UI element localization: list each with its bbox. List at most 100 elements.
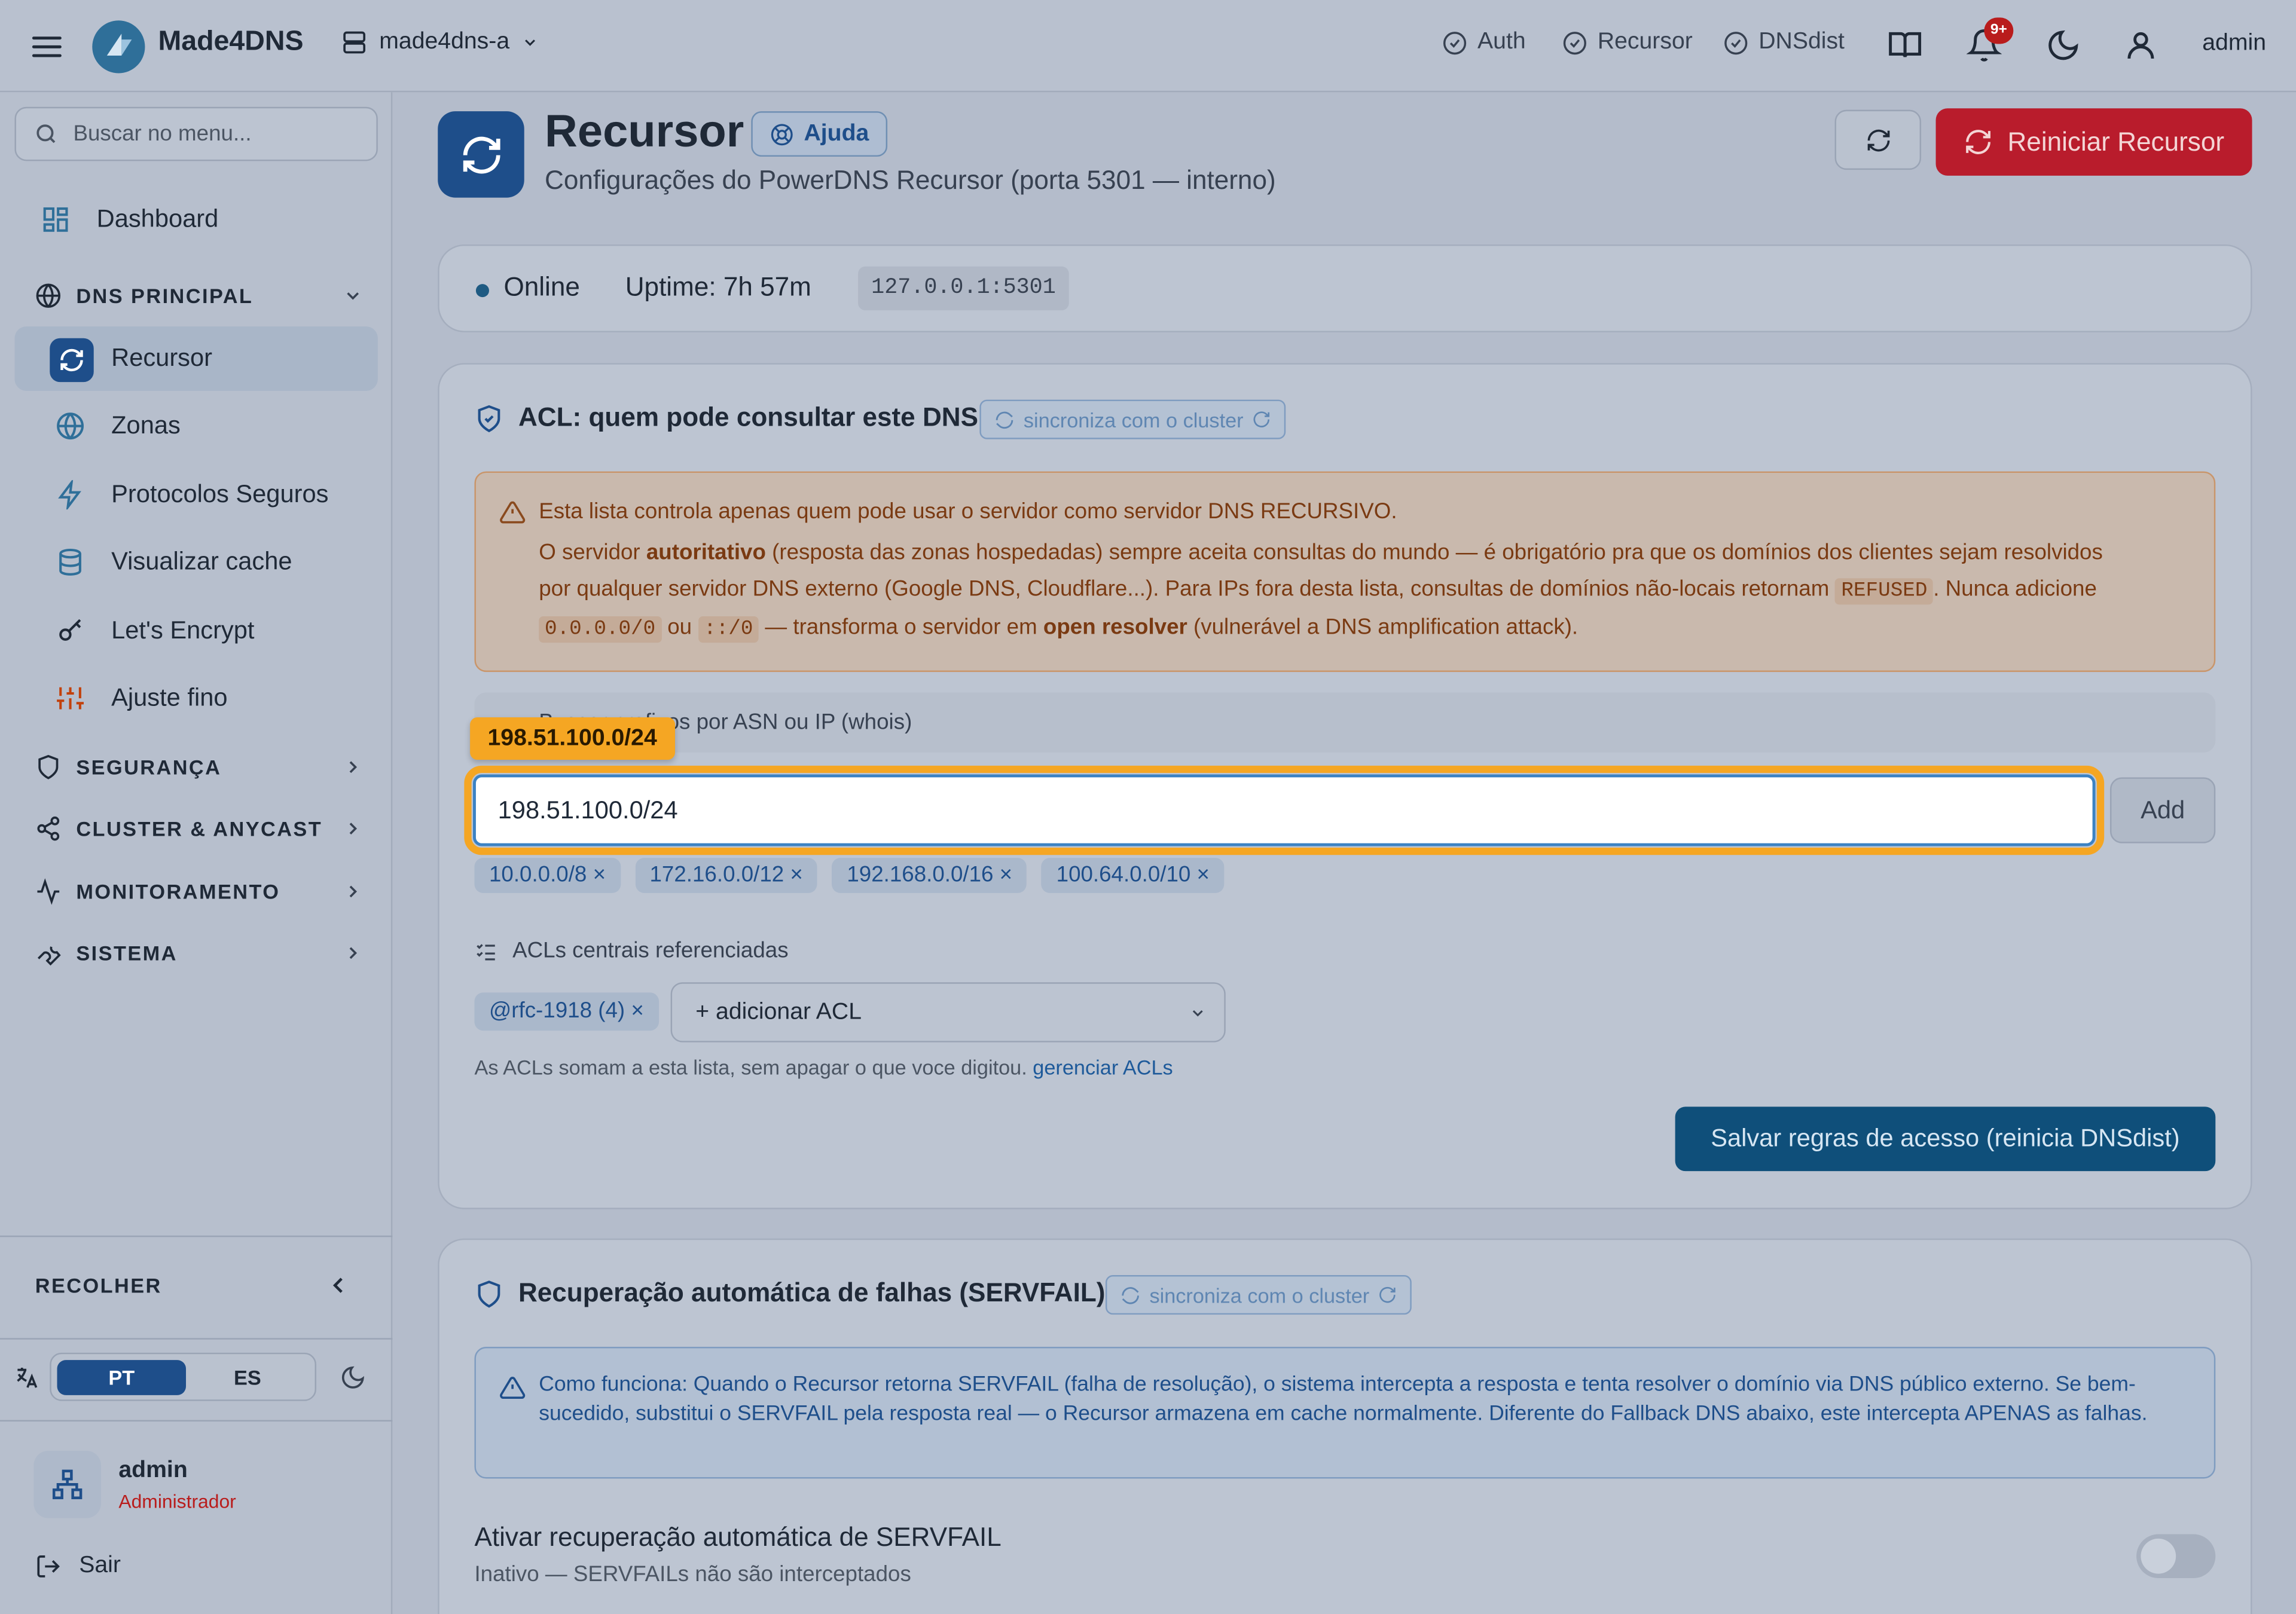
server-selector[interactable]: made4dns-a — [341, 29, 539, 56]
section-sistema[interactable]: SISTEMA — [35, 936, 364, 971]
sliders-icon — [56, 684, 85, 713]
chevron-left-icon[interactable] — [325, 1272, 352, 1298]
lifebuoy-icon — [771, 123, 793, 145]
section-dns-principal[interactable]: DNS PRINCIPAL — [35, 278, 364, 313]
refresh-button[interactable] — [1834, 109, 1922, 170]
logout-icon — [37, 1555, 60, 1578]
lang-es-button[interactable]: ES — [183, 1360, 312, 1395]
collapse-label[interactable]: RECOLHER — [35, 1274, 162, 1297]
cidr-chip[interactable]: 192.168.0.0/16 × — [832, 858, 1027, 893]
network-icon — [52, 1469, 83, 1499]
cidr-chip[interactable]: 10.0.0.0/8 × — [474, 858, 621, 893]
shield-icon — [38, 754, 59, 780]
shield-check-icon — [478, 404, 500, 432]
sidebar-item-label: Recursor — [111, 344, 213, 372]
restart-recursor-button[interactable]: Reiniciar Recursor — [1935, 108, 2252, 176]
address-badge: 127.0.0.1:5301 — [858, 266, 1069, 311]
section-label: SEGURANÇA — [76, 755, 222, 779]
refresh-icon — [1867, 129, 1889, 151]
sidebar-item-ajuste[interactable]: Ajuste fino — [14, 666, 377, 730]
sidebar-item-zonas[interactable]: Zonas — [14, 394, 377, 458]
nav-dnsdist[interactable]: DNSdist — [1723, 29, 1845, 56]
sync-badge: sincroniza com o cluster — [979, 399, 1286, 439]
sidebar-item-label: Zonas — [111, 411, 181, 439]
cidr-chip[interactable]: 172.16.0.0/12 × — [635, 858, 818, 893]
moon-icon[interactable] — [2045, 28, 2081, 63]
section-cluster[interactable]: CLUSTER & ANYCAST — [35, 811, 364, 846]
globe-icon — [56, 411, 85, 441]
sidebar-item-label: Let's Encrypt — [111, 616, 255, 644]
sidebar-item-letsencrypt[interactable]: Let's Encrypt — [14, 599, 377, 664]
add-button[interactable]: Add — [2109, 777, 2216, 843]
restart-label: Reiniciar Recursor — [2007, 126, 2225, 156]
user-icon[interactable] — [2123, 28, 2158, 63]
share-icon — [37, 816, 60, 841]
chevron-right-icon — [349, 761, 358, 774]
servfail-card: Recuperação automática de falhas (SERVFA… — [438, 1238, 2252, 1614]
servfail-toggle[interactable] — [2136, 1534, 2216, 1579]
lang-pt-button[interactable]: PT — [57, 1360, 187, 1395]
section-label: MONITORAMENTO — [76, 879, 280, 904]
page-icon — [438, 111, 524, 198]
sidebar-item-dashboard[interactable]: Dashboard — [14, 187, 377, 252]
save-access-rules-button[interactable]: Salvar regras de acesso (reinicia DNSdis… — [1675, 1106, 2216, 1172]
nav-recursor-label: Recursor — [1597, 29, 1693, 54]
acl-note-text: As ACLs somam a esta lista, sem apagar o… — [474, 1055, 1033, 1079]
section-label: SISTEMA — [76, 941, 178, 965]
acl-reference-chip[interactable]: @rfc-1918 (4) × — [474, 992, 659, 1031]
info-box: Como funciona: Quando o Recursor retorna… — [474, 1347, 2216, 1479]
help-label: Ajuda — [804, 121, 869, 146]
nav-auth[interactable]: Auth — [1442, 29, 1526, 56]
chevron-down-icon — [524, 39, 535, 46]
moon-icon[interactable] — [340, 1364, 366, 1390]
logo-icon[interactable] — [92, 20, 145, 74]
warning-line-2: O servidor autoritativo (resposta das zo… — [539, 540, 2103, 565]
help-button[interactable]: Ajuda — [751, 111, 889, 157]
warning-line-1: Esta lista controla apenas quem pode usa… — [539, 499, 1397, 524]
sync-label: sincroniza com o cluster — [1149, 1283, 1370, 1307]
manage-acls-link[interactable]: gerenciar ACLs — [1033, 1056, 1173, 1079]
sidebar-item-protocolos[interactable]: Protocolos Seguros — [14, 463, 377, 527]
acl-note: As ACLs somam a esta lista, sem apagar o… — [474, 1056, 1173, 1079]
recursor-icon — [50, 338, 94, 383]
check-circle-icon — [1724, 30, 1748, 54]
uptime-text: Uptime: 7h 57m — [625, 272, 811, 302]
chevron-right-icon — [349, 947, 358, 959]
sidebar-item-recursor[interactable]: Recursor — [14, 326, 378, 391]
section-label: DNS PRINCIPAL — [76, 284, 254, 308]
toggle-knob — [2141, 1538, 2176, 1574]
whois-lookup-toggle[interactable]: Buscar prefixos por ASN ou IP (whois) — [474, 692, 2216, 753]
sidebar-item-label: Protocolos Seguros — [111, 480, 329, 508]
status-text: Online — [503, 272, 580, 302]
avatar[interactable] — [33, 1450, 101, 1518]
section-seguranca[interactable]: SEGURANÇA — [35, 750, 364, 785]
server-icon — [343, 31, 366, 54]
brand-name[interactable]: Made4DNS — [158, 26, 303, 59]
refresh-icon — [996, 411, 1013, 428]
user-name[interactable]: admin — [2202, 30, 2266, 57]
referenced-acls-label: ACLs centrais referenciadas — [512, 938, 789, 964]
status-card: Online Uptime: 7h 57m 127.0.0.1:5301 — [438, 244, 2252, 332]
user-role: Administrador — [118, 1490, 236, 1512]
search-placeholder: Buscar no menu... — [73, 121, 252, 146]
sidebar: Buscar no menu... Dashboard DNS PRINCIPA… — [0, 92, 393, 1614]
acl-card: ACL: quem pode consultar este DNS sincro… — [438, 363, 2252, 1209]
activity-icon — [37, 878, 60, 905]
sidebar-item-cache[interactable]: Visualizar cache — [14, 530, 377, 595]
section-monitoramento[interactable]: MONITORAMENTO — [35, 874, 364, 909]
cidr-chip[interactable]: 100.64.0.0/10 × — [1042, 858, 1225, 893]
menu-search[interactable]: Buscar no menu... — [14, 106, 378, 161]
refresh-icon — [1122, 1286, 1139, 1304]
add-acl-select[interactable]: + adicionar ACL — [670, 982, 1226, 1043]
logout-button[interactable]: Sair — [35, 1553, 121, 1579]
nav-recursor[interactable]: Recursor — [1562, 29, 1693, 56]
cidr-input[interactable] — [464, 765, 2105, 855]
divider — [0, 1338, 393, 1340]
list-check-icon — [477, 943, 495, 960]
acl-title-text: ACL: quem pode consultar este DNS — [518, 402, 979, 432]
menu-icon[interactable] — [29, 29, 65, 65]
database-icon — [56, 548, 85, 577]
warning-icon — [499, 1375, 526, 1401]
book-icon[interactable] — [1888, 28, 1923, 63]
acl-title: ACL: quem pode consultar este DNS — [474, 402, 978, 433]
